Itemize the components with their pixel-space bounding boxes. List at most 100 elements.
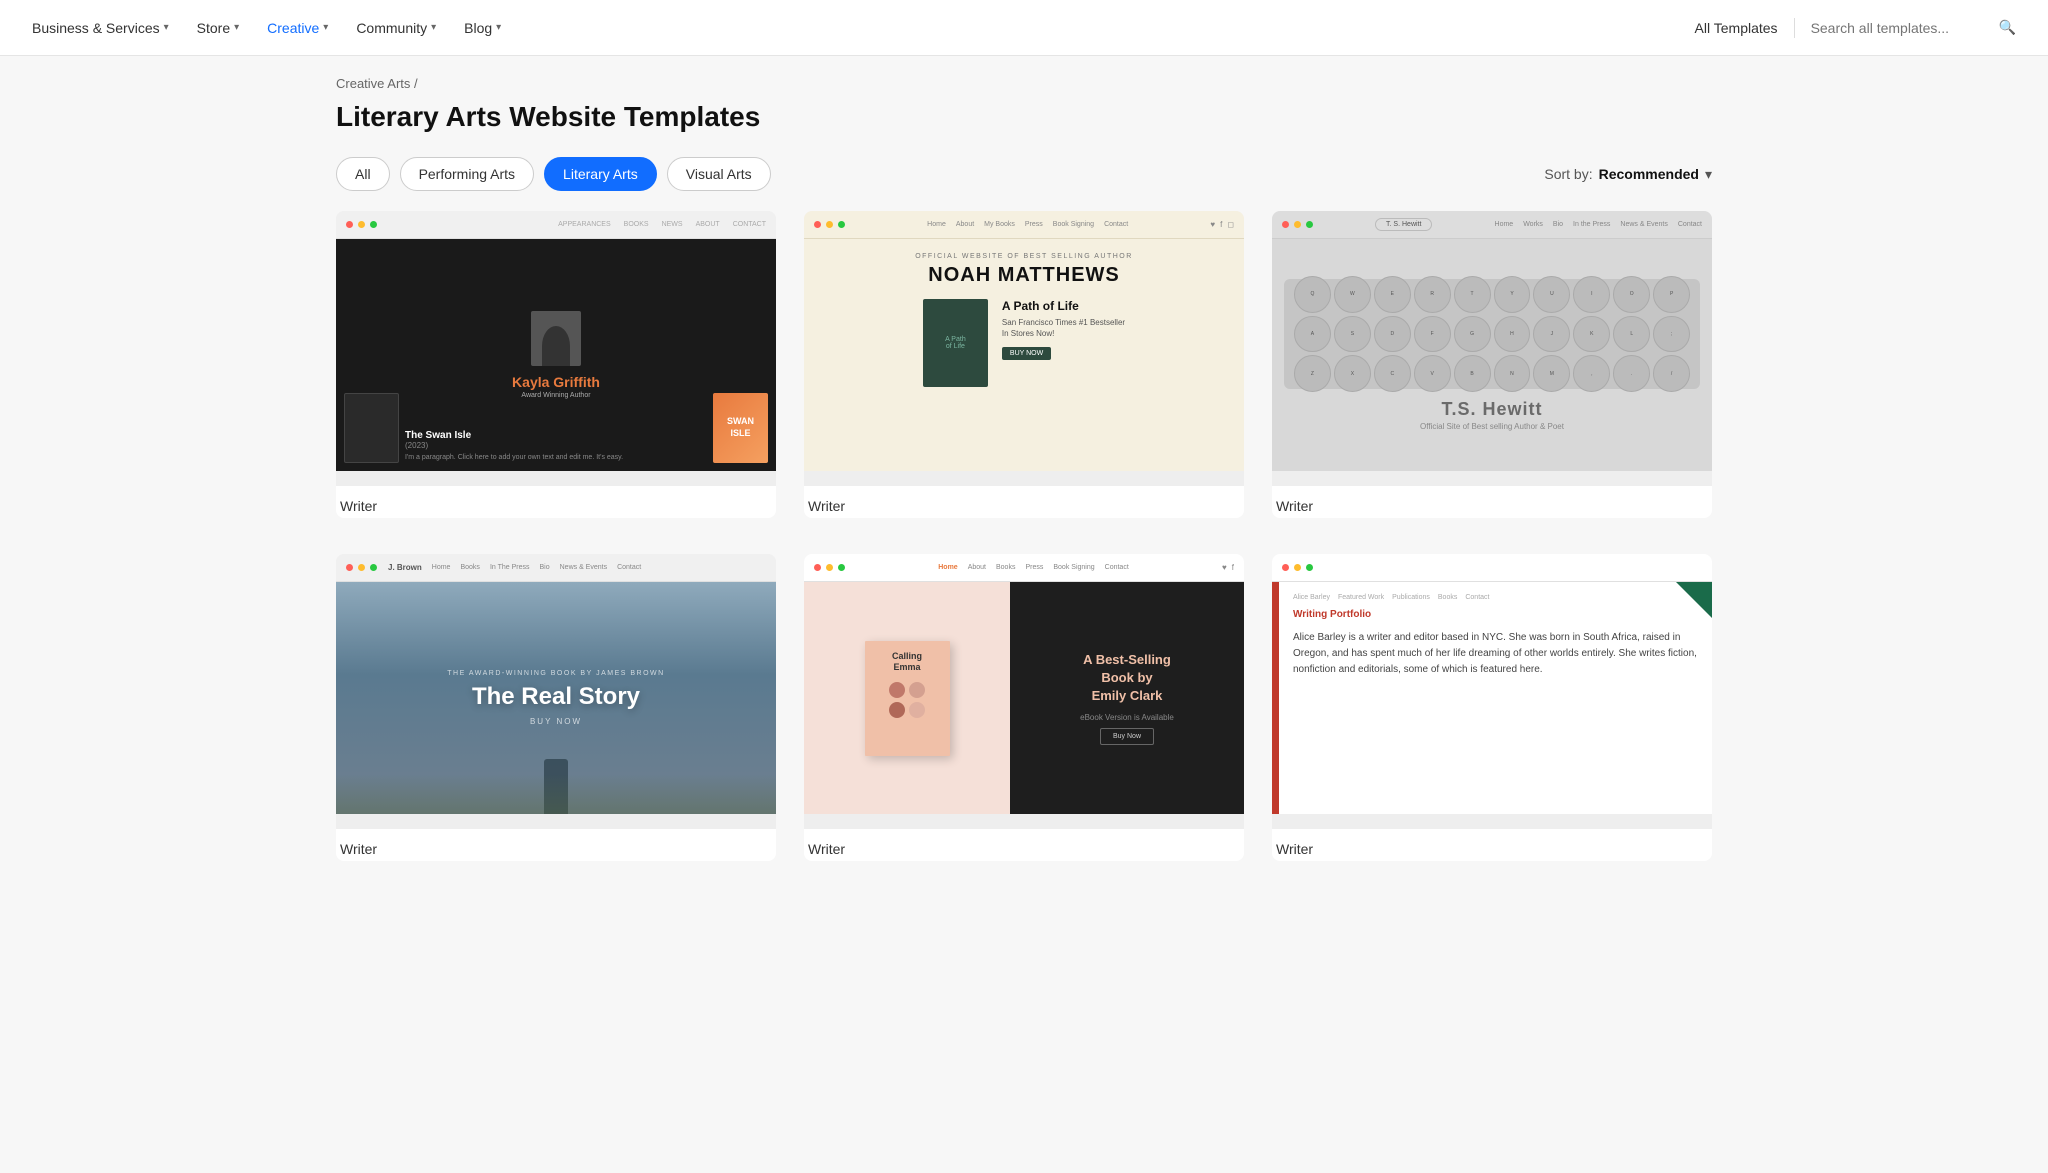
filter-tabs: All Performing Arts Literary Arts Visual… bbox=[336, 157, 771, 191]
template-thumb-4: J. Brown Home Books In The Press Bio New… bbox=[336, 554, 776, 829]
search-icon[interactable]: 🔍 bbox=[1999, 19, 2016, 36]
card4-buy: BUY NOW bbox=[530, 717, 582, 726]
card1-swan-text: SWANISLE bbox=[727, 416, 754, 439]
card5-nav-about: About bbox=[968, 564, 986, 571]
dot-yellow bbox=[358, 221, 365, 228]
card4-nav-contact: Contact bbox=[617, 564, 641, 571]
key: I bbox=[1573, 276, 1610, 313]
search-box[interactable]: 🔍 bbox=[1811, 19, 2016, 36]
card5-buy-btn[interactable]: Buy Now bbox=[1100, 728, 1154, 745]
key: A bbox=[1294, 316, 1331, 353]
dot-yellow bbox=[1294, 221, 1301, 228]
card6-nav-contact: Contact bbox=[1465, 594, 1489, 601]
search-input[interactable] bbox=[1811, 20, 1991, 36]
card5-book-cover: CallingEmma bbox=[865, 641, 950, 756]
nav-item-community[interactable]: Community ▾ bbox=[356, 20, 436, 36]
card3-nav-contact: Contact bbox=[1678, 221, 1702, 228]
card5-body: CallingEmma bbox=[804, 582, 1244, 814]
template-label-3: Writer bbox=[1272, 486, 1712, 518]
template-card-6[interactable]: Alice Barley Featured Work Publications … bbox=[1272, 554, 1712, 861]
key: O bbox=[1613, 276, 1650, 313]
thumb-bar-4: J. Brown Home Books In The Press Bio New… bbox=[336, 554, 776, 582]
card1-nav-contact: CONTACT bbox=[733, 221, 766, 228]
dot-green bbox=[838, 564, 845, 571]
key: V bbox=[1414, 355, 1451, 392]
key: D bbox=[1374, 316, 1411, 353]
card4-nav-events: News & Events bbox=[560, 564, 607, 571]
card1-book-year: (2023) bbox=[405, 441, 707, 450]
chevron-icon: ▾ bbox=[164, 22, 169, 33]
sort-dropdown[interactable]: Sort by: Recommended ▾ bbox=[1544, 166, 1712, 183]
template-card-2[interactable]: Home About My Books Press Book Signing C… bbox=[804, 211, 1244, 518]
template-grid: APPEARANCES BOOKS NEWS ABOUT CONTACT Kay… bbox=[336, 211, 1712, 861]
filter-all[interactable]: All bbox=[336, 157, 390, 191]
card5-nav-home: Home bbox=[938, 564, 957, 571]
facebook-icon: f bbox=[1232, 563, 1234, 572]
card2-social-icons: ♥ f ◻ bbox=[1210, 220, 1234, 229]
card1-nav-appearances: APPEARANCES bbox=[558, 221, 611, 228]
card6-content: Alice Barley Featured Work Publications … bbox=[1279, 582, 1712, 814]
all-templates-link[interactable]: All Templates bbox=[1695, 20, 1778, 36]
key: N bbox=[1494, 355, 1531, 392]
template-thumb-6: Alice Barley Featured Work Publications … bbox=[1272, 554, 1712, 829]
filter-performing-arts[interactable]: Performing Arts bbox=[400, 157, 534, 191]
nav-divider bbox=[1794, 18, 1795, 38]
dot-green bbox=[1306, 564, 1313, 571]
chevron-icon: ▾ bbox=[496, 22, 501, 33]
circle-1 bbox=[889, 682, 905, 698]
card2-buy-btn[interactable]: BUY NOW bbox=[1002, 347, 1051, 360]
card1-book-dark bbox=[344, 393, 399, 463]
filter-literary-arts[interactable]: Literary Arts bbox=[544, 157, 657, 191]
nav-item-blog[interactable]: Blog ▾ bbox=[464, 20, 501, 36]
card2-nav-mybooks: My Books bbox=[984, 221, 1015, 228]
key: S bbox=[1334, 316, 1371, 353]
card4-nav-bio: Bio bbox=[540, 564, 550, 571]
typewriter-visual: Q W E R T Y U I O P A S bbox=[1284, 279, 1700, 389]
instagram-icon: ◻ bbox=[1227, 220, 1234, 229]
dot-red bbox=[1282, 564, 1289, 571]
card3-author-subtitle: Official Site of Best selling Author & P… bbox=[1420, 422, 1564, 431]
card4-nav-books: Books bbox=[460, 564, 479, 571]
nav-item-creative[interactable]: Creative ▾ bbox=[267, 20, 328, 36]
dot-green bbox=[838, 221, 845, 228]
card3-top-nav: Home Works Bio In the Press News & Event… bbox=[1495, 221, 1702, 228]
template-label-2: Writer bbox=[804, 486, 1244, 518]
card4-grass bbox=[336, 774, 776, 814]
typewriter-keys: Q W E R T Y U I O P A S bbox=[1294, 276, 1690, 393]
card2-nav-home: Home bbox=[927, 221, 946, 228]
filter-visual-arts[interactable]: Visual Arts bbox=[667, 157, 771, 191]
nav-item-store[interactable]: Store ▾ bbox=[197, 20, 240, 36]
card5-bestseller: A Best-SellingBook byEmily Clark bbox=[1083, 651, 1171, 706]
nav-item-business[interactable]: Business & Services ▾ bbox=[32, 20, 169, 36]
breadcrumb: Creative Arts / bbox=[336, 76, 1712, 91]
template-label-1: Writer bbox=[336, 486, 776, 518]
card2-nav-contact: Contact bbox=[1104, 221, 1128, 228]
card5-nav-press: Press bbox=[1025, 564, 1043, 571]
template-thumb-1: APPEARANCES BOOKS NEWS ABOUT CONTACT Kay… bbox=[336, 211, 776, 486]
card5-nav-booksigning: Book Signing bbox=[1053, 564, 1094, 571]
key: . bbox=[1613, 355, 1650, 392]
card2-body: Official Website of Best Selling Author … bbox=[804, 239, 1244, 471]
key: C bbox=[1374, 355, 1411, 392]
card4-brand: J. Brown bbox=[388, 563, 422, 572]
card5-book-title: CallingEmma bbox=[892, 651, 922, 674]
card6-body: Alice Barley Featured Work Publications … bbox=[1272, 582, 1712, 814]
template-label-5: Writer bbox=[804, 829, 1244, 861]
dot-yellow bbox=[358, 564, 365, 571]
card2-nav-press: Press bbox=[1025, 221, 1043, 228]
card5-circles bbox=[889, 682, 925, 718]
card1-nav-books: BOOKS bbox=[624, 221, 649, 228]
template-card-4[interactable]: J. Brown Home Books In The Press Bio New… bbox=[336, 554, 776, 861]
card6-heading: Writing Portfolio bbox=[1293, 609, 1698, 620]
key: Z bbox=[1294, 355, 1331, 392]
circle-2 bbox=[909, 682, 925, 698]
nav-right: All Templates 🔍 bbox=[1695, 18, 2016, 38]
template-thumb-5: Home About Books Press Book Signing Cont… bbox=[804, 554, 1244, 829]
template-card-3[interactable]: T. S. Hewitt Home Works Bio In the Press… bbox=[1272, 211, 1712, 518]
card4-title: The Real Story bbox=[472, 683, 640, 711]
template-card-5[interactable]: Home About Books Press Book Signing Cont… bbox=[804, 554, 1244, 861]
card2-nav-about: About bbox=[956, 221, 974, 228]
template-card-1[interactable]: APPEARANCES BOOKS NEWS ABOUT CONTACT Kay… bbox=[336, 211, 776, 518]
breadcrumb-parent[interactable]: Creative Arts bbox=[336, 76, 410, 91]
dot-red bbox=[814, 221, 821, 228]
